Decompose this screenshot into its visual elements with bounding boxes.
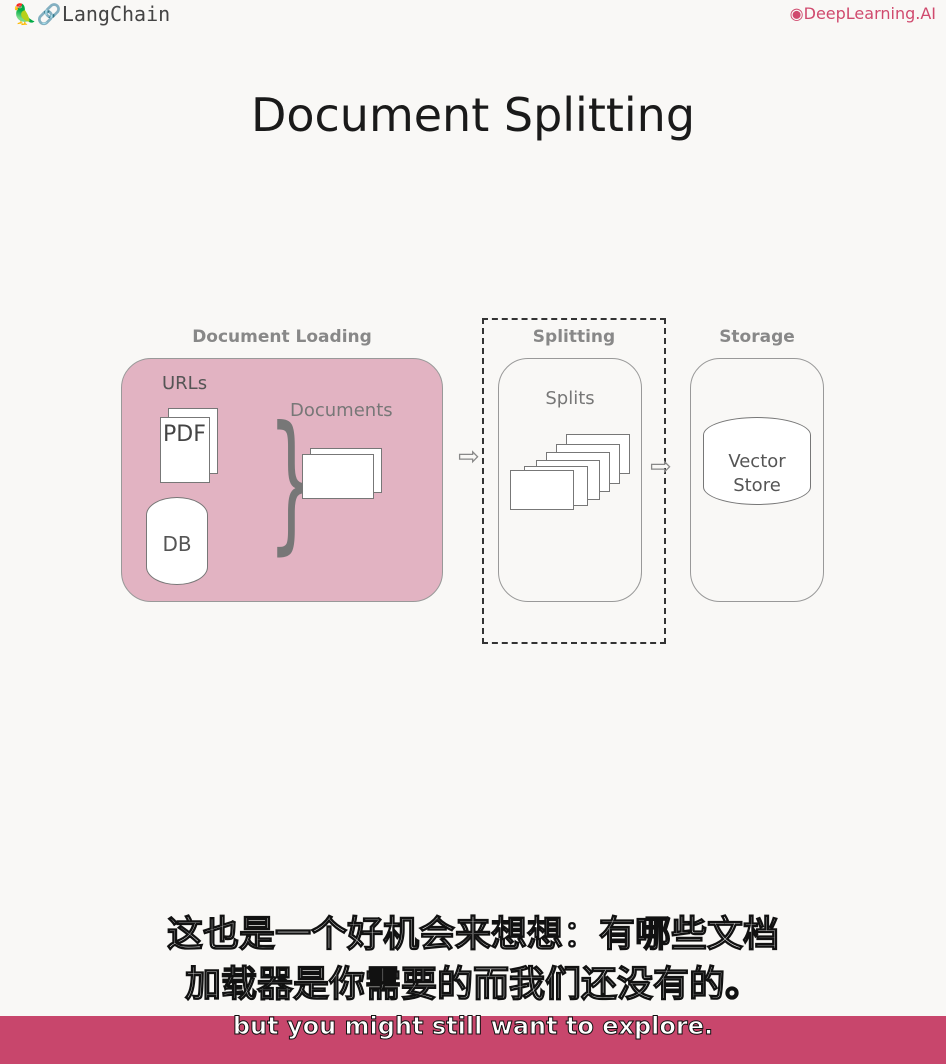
db-label: DB [162, 532, 192, 556]
slide-title: Document Splitting [250, 88, 696, 142]
pdf-icon: PDF [160, 417, 210, 483]
vector-store-label-2: Store [733, 475, 781, 496]
vector-store-icon: Vector Store [703, 417, 811, 505]
vector-store-label-1: Vector [728, 451, 786, 472]
storage-heading: Storage [719, 327, 795, 347]
parrot-icon: 🦜🔗 [12, 2, 62, 26]
split-page [510, 470, 574, 510]
db-cylinder-icon: DB [146, 497, 208, 585]
deeplearning-logo: ◉DeepLearning.AI [790, 4, 936, 23]
loading-heading: Document Loading [192, 327, 372, 347]
pdf-label: PDF [163, 422, 206, 447]
subtitle-zh-line1: 这也是一个好机会来想想：有哪些文档 [166, 913, 779, 955]
splits-label: Splits [545, 388, 595, 409]
document-page [302, 454, 374, 499]
arrow-right-icon: ⇨ [650, 452, 672, 482]
arrow-right-icon: ⇨ [458, 442, 480, 472]
langchain-logo: 🦜🔗LangChain [12, 2, 170, 26]
subtitle-en: but you might still want to explore. [232, 1012, 714, 1041]
subtitle-zh-line2: 加载器是你需要的而我们还没有的。 [184, 963, 761, 1005]
langchain-text: LangChain [61, 2, 171, 26]
deeplearning-icon: ◉ [789, 4, 804, 23]
urls-label: URLs [162, 373, 208, 394]
documents-label: Documents [290, 400, 393, 421]
deeplearning-text: DeepLearning.AI [803, 4, 936, 23]
splitting-heading: Splitting [532, 327, 616, 347]
